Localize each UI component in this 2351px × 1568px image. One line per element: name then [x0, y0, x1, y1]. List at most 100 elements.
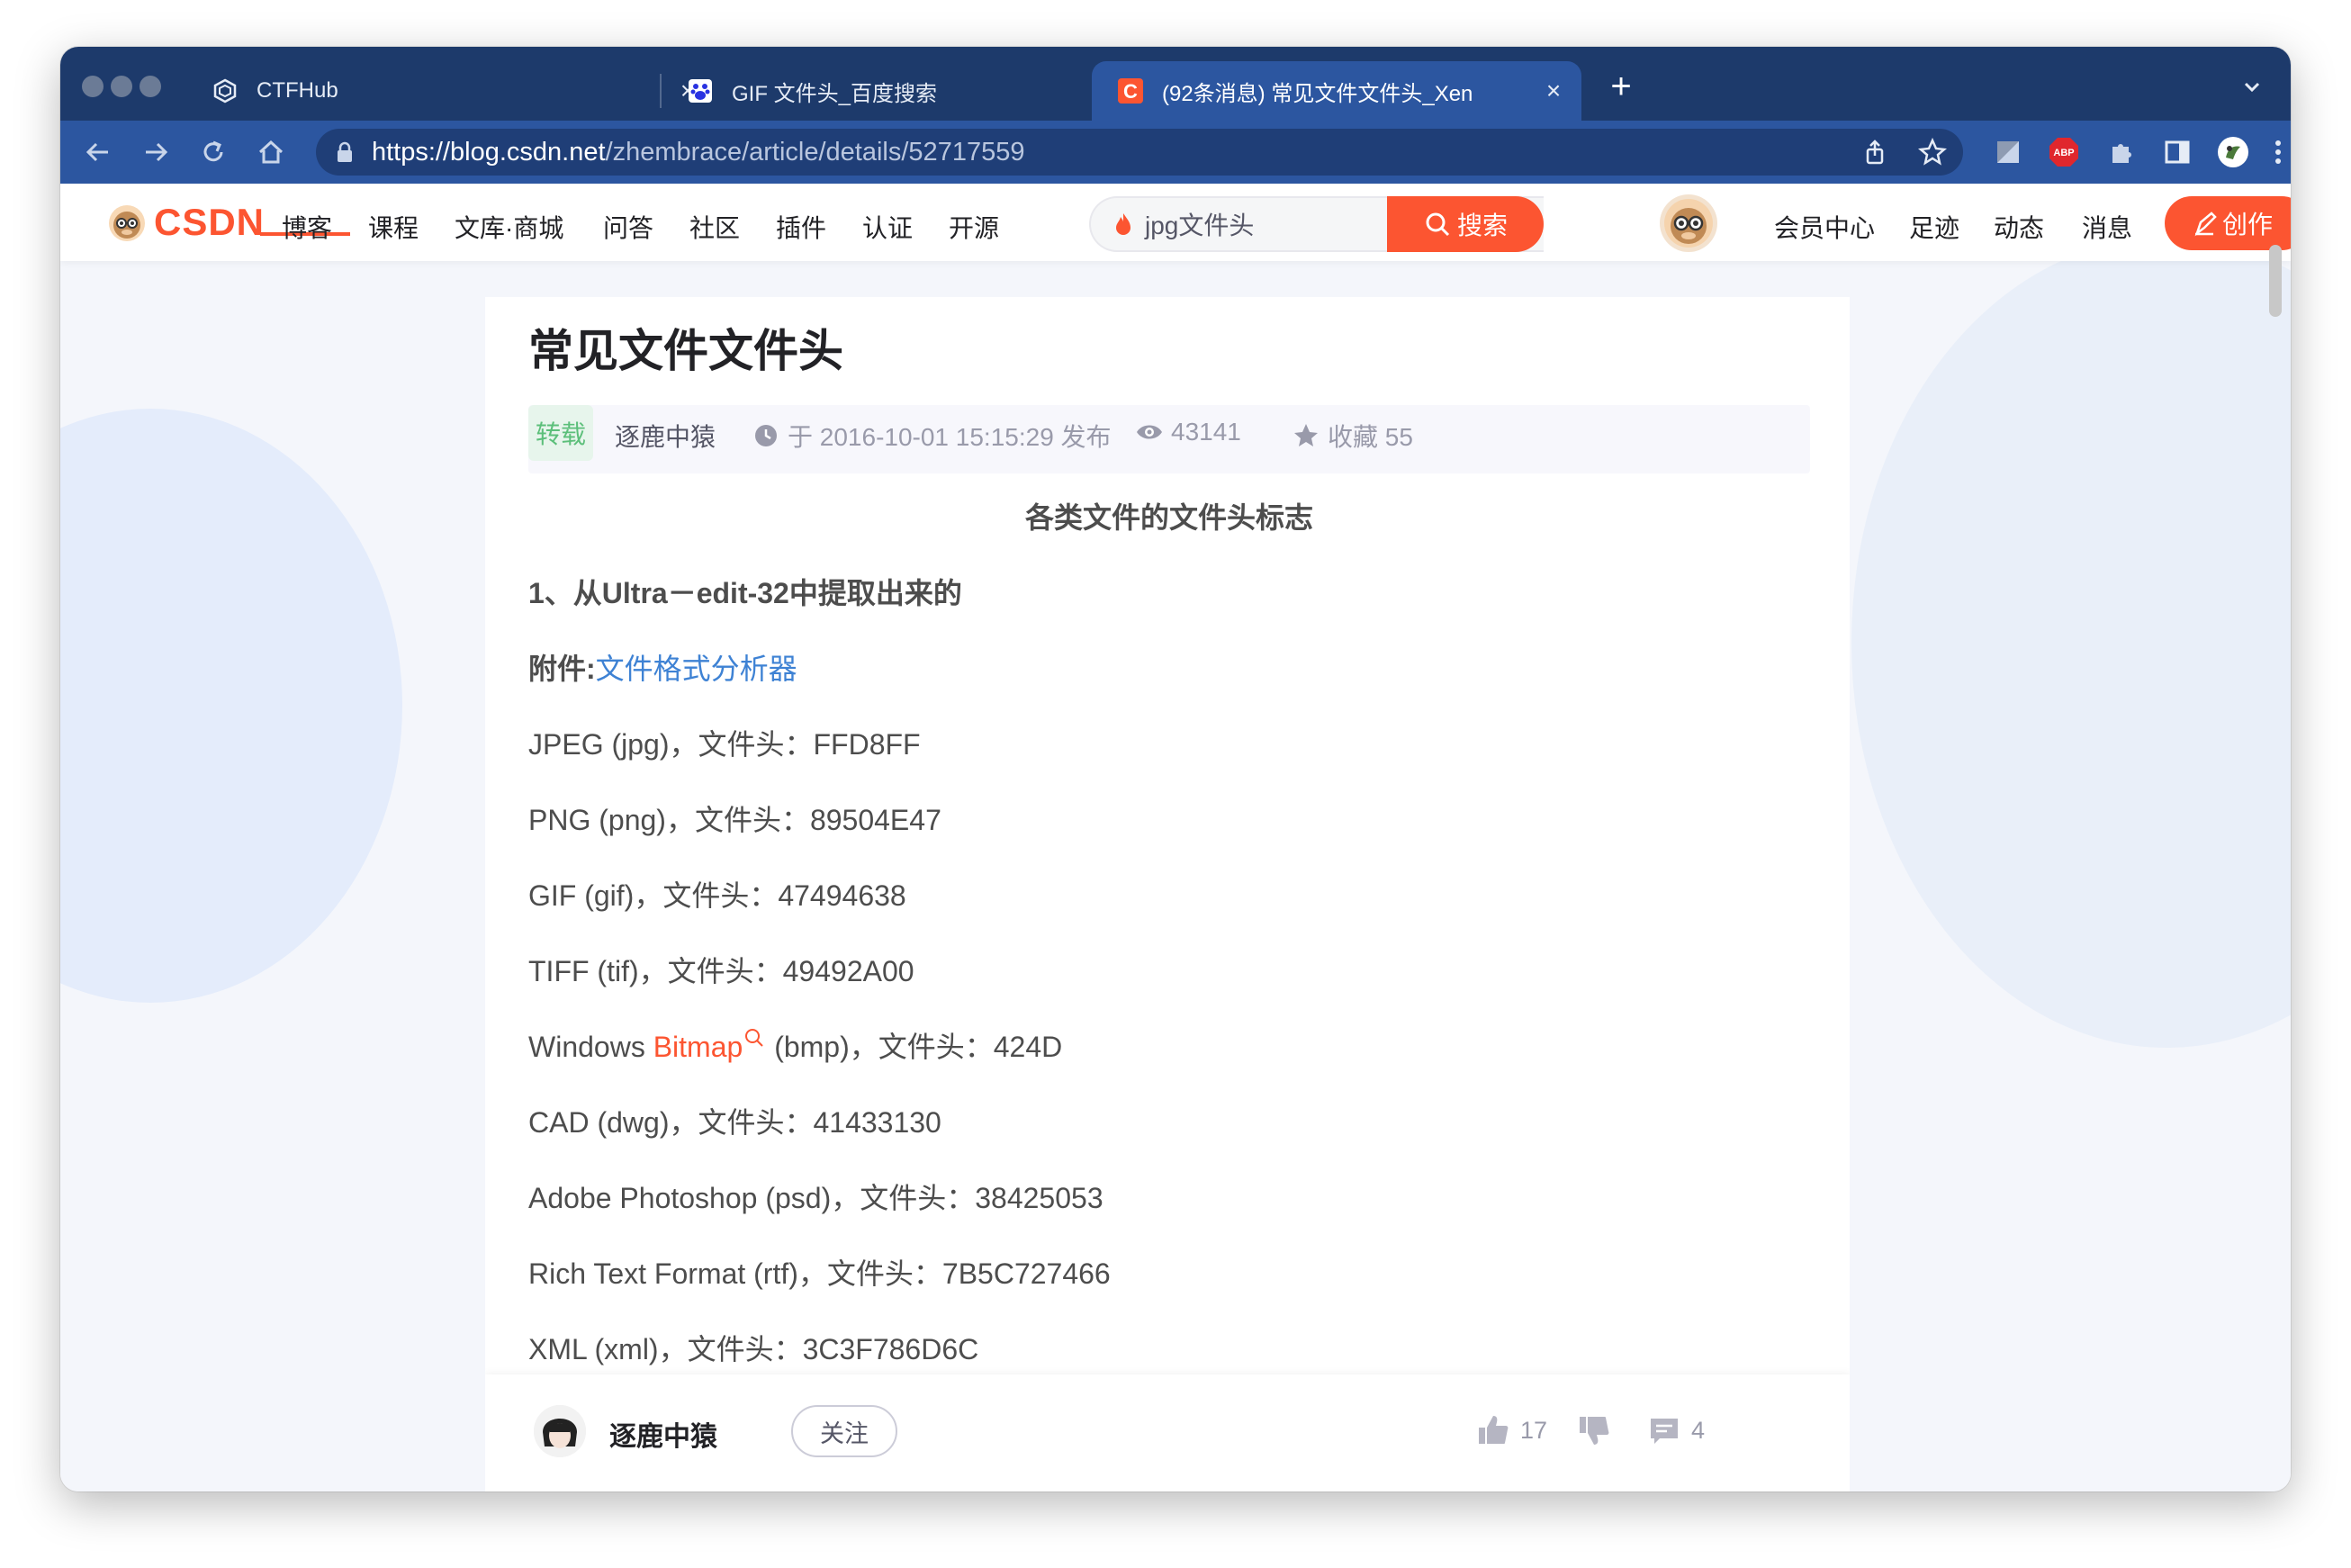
follow-button[interactable]: 关注 — [791, 1405, 897, 1457]
article-toolbox: 逐鹿中猿 关注 17 4 — [485, 1374, 1850, 1491]
search-button[interactable]: 搜索 — [1387, 196, 1544, 252]
nav-blog[interactable]: 博客 — [282, 209, 332, 245]
tab-title: GIF 文件头_百度搜索 — [732, 81, 938, 106]
profile-avatar-icon[interactable] — [2217, 136, 2249, 168]
csdn-logo[interactable]: CSDN — [105, 201, 265, 243]
pen-icon — [2192, 210, 2219, 237]
content-line: PNG (png)，文件头：89504E47 — [528, 804, 941, 836]
dislike-button[interactable] — [1576, 1412, 1621, 1448]
browser-window: CTFHub × GIF 文件头_百度搜索 × C (92条消息) 常见文件文件… — [60, 47, 2291, 1491]
vertical-scrollbar[interactable] — [2269, 245, 2282, 317]
browser-toolbar: https://blog.csdn.net/zhembrace/article/… — [60, 121, 2291, 184]
eye-icon — [1135, 418, 1164, 446]
article-meta-bar: 转载 逐鹿中猿 于 2016-10-01 15:15:29 发布 43141 收… — [528, 405, 1810, 473]
nav-certification[interactable]: 认证 — [862, 209, 913, 245]
publish-date-text: 于 2016-10-01 15:15:29 发布 — [788, 423, 1112, 451]
content-line: Adobe Photoshop (psd)，文件头：38425053 — [528, 1182, 1103, 1214]
tab-search-chevron-icon[interactable] — [2238, 74, 2265, 101]
nav-community[interactable]: 社区 — [689, 209, 740, 245]
content-line-bmp: Windows Bitmap (bmp)，文件头：424D — [528, 1024, 1062, 1066]
favorite-star-icon — [1292, 421, 1320, 450]
attachment-line: 附件:文件格式分析器 — [528, 646, 797, 688]
nav-library-shop[interactable]: 文库·商城 — [455, 209, 563, 245]
csdn-monkey-icon — [109, 205, 145, 241]
user-avatar[interactable] — [1660, 194, 1717, 252]
nav-history[interactable]: 足迹 — [1909, 209, 1959, 245]
home-icon[interactable] — [255, 136, 287, 168]
create-button-label: 创作 — [2222, 211, 2274, 239]
search-query-text: jpg文件头 — [1145, 212, 1255, 239]
view-count: 43141 — [1171, 418, 1241, 446]
content-line: JPEG (jpg)，文件头：FFD8FF — [528, 728, 921, 761]
content-line: GIF (gif)，文件头：47494638 — [528, 879, 906, 912]
search-button-label: 搜索 — [1456, 212, 1508, 239]
attachment-label: 附件: — [528, 653, 596, 685]
comment-button[interactable]: 4 — [1646, 1412, 1705, 1448]
attachment-link[interactable]: 文件格式分析器 — [596, 653, 797, 685]
search-icon — [1423, 210, 1452, 239]
nav-plugins[interactable]: 插件 — [776, 209, 826, 245]
back-arrow-icon[interactable] — [82, 136, 114, 168]
favorite-count: 收藏 55 — [1328, 423, 1413, 451]
close-window-button[interactable] — [82, 76, 104, 97]
author-avatar[interactable] — [534, 1405, 586, 1457]
tab-title: CTFHub — [257, 78, 338, 103]
tab-strip: CTFHub × GIF 文件头_百度搜索 × C (92条消息) 常见文件文件… — [60, 47, 2291, 121]
nav-courses[interactable]: 课程 — [368, 209, 419, 245]
close-tab-icon[interactable]: × — [1540, 77, 1567, 104]
side-panel-icon[interactable] — [2161, 136, 2193, 168]
csdn-header: CSDN 博客 课程 文库·商城 问答 社区 插件 认证 开源 jpg文件头 搜… — [60, 184, 2291, 261]
address-bar[interactable]: https://blog.csdn.net/zhembrace/article/… — [316, 129, 1963, 176]
content-line: Rich Text Format (rtf)，文件头：7B5C727466 — [528, 1257, 1111, 1290]
background-decoration — [1851, 238, 2291, 1048]
forward-arrow-icon[interactable] — [140, 136, 172, 168]
url-host: https://blog.csdn.net — [372, 137, 606, 167]
comment-count: 4 — [1691, 1416, 1706, 1444]
more-menu-icon[interactable] — [2262, 136, 2291, 168]
content-heading: 各类文件的文件头标志 — [1024, 501, 1313, 534]
background-decoration — [60, 409, 402, 1003]
reload-icon[interactable] — [197, 136, 230, 168]
tab-title: (92条消息) 常见文件文件头_Xen — [1162, 81, 1473, 106]
clock-icon — [752, 421, 780, 450]
article-card: 常见文件文件头 转载 逐鹿中猿 于 2016-10-01 15:15:29 发布… — [485, 297, 1850, 1491]
meta-views: 43141 — [1135, 418, 1241, 446]
tab-baidu[interactable]: GIF 文件头_百度搜索 × — [662, 61, 1151, 121]
bmp-prefix: Windows — [528, 1031, 653, 1063]
share-icon[interactable] — [1860, 138, 1889, 167]
like-button[interactable]: 17 — [1475, 1412, 1547, 1448]
nav-messages[interactable]: 消息 — [2082, 209, 2132, 245]
tab-ctfhub[interactable]: CTFHub × — [186, 61, 716, 121]
extension-square-icon[interactable] — [1992, 136, 2024, 168]
nav-qa[interactable]: 问答 — [603, 209, 653, 245]
bmp-suffix: (bmp)，文件头：424D — [766, 1031, 1063, 1063]
search-icon[interactable] — [743, 1024, 766, 1048]
nav-open-source[interactable]: 开源 — [949, 209, 999, 245]
svg-text:ABP: ABP — [2053, 148, 2074, 158]
tab-csdn-active[interactable]: C (92条消息) 常见文件文件头_Xen × — [1092, 61, 1581, 121]
web-page: CSDN 博客 课程 文库·商城 问答 社区 插件 认证 开源 jpg文件头 搜… — [60, 184, 2291, 1491]
content-section-title: 1、从Ultra－edit-32中提取出来的 — [528, 577, 962, 609]
new-tab-button[interactable]: + — [1603, 67, 1639, 106]
article-title: 常见文件文件头 — [528, 326, 843, 376]
baidu-paw-icon — [687, 77, 714, 104]
url-path: /zhembrace/article/details/52717559 — [605, 137, 1025, 167]
nav-feed[interactable]: 动态 — [1994, 209, 2044, 245]
csdn-c-icon: C — [1117, 77, 1144, 104]
bitmap-search-link[interactable]: Bitmap — [653, 1031, 743, 1063]
bookmark-star-icon[interactable] — [1918, 137, 1947, 167]
minimize-window-button[interactable] — [111, 76, 132, 97]
zoom-window-button[interactable] — [140, 76, 161, 97]
thumbs-up-icon — [1475, 1412, 1511, 1448]
extensions-puzzle-icon[interactable] — [2105, 136, 2138, 168]
content-line: XML (xml)，文件头：3C3F786D6C — [528, 1333, 979, 1365]
meta-author[interactable]: 逐鹿中猿 — [615, 418, 716, 454]
author-name[interactable]: 逐鹿中猿 — [609, 1414, 717, 1454]
meta-published: 于 2016-10-01 15:15:29 发布 — [752, 418, 1112, 454]
meta-favorites[interactable]: 收藏 55 — [1292, 418, 1413, 454]
comment-bubble-icon — [1646, 1412, 1682, 1448]
create-button[interactable]: 创作 — [2165, 196, 2291, 250]
adblock-plus-icon[interactable]: ABP — [2048, 136, 2080, 168]
nav-member-center[interactable]: 会员中心 — [1774, 209, 1875, 245]
lock-icon[interactable] — [336, 140, 357, 165]
